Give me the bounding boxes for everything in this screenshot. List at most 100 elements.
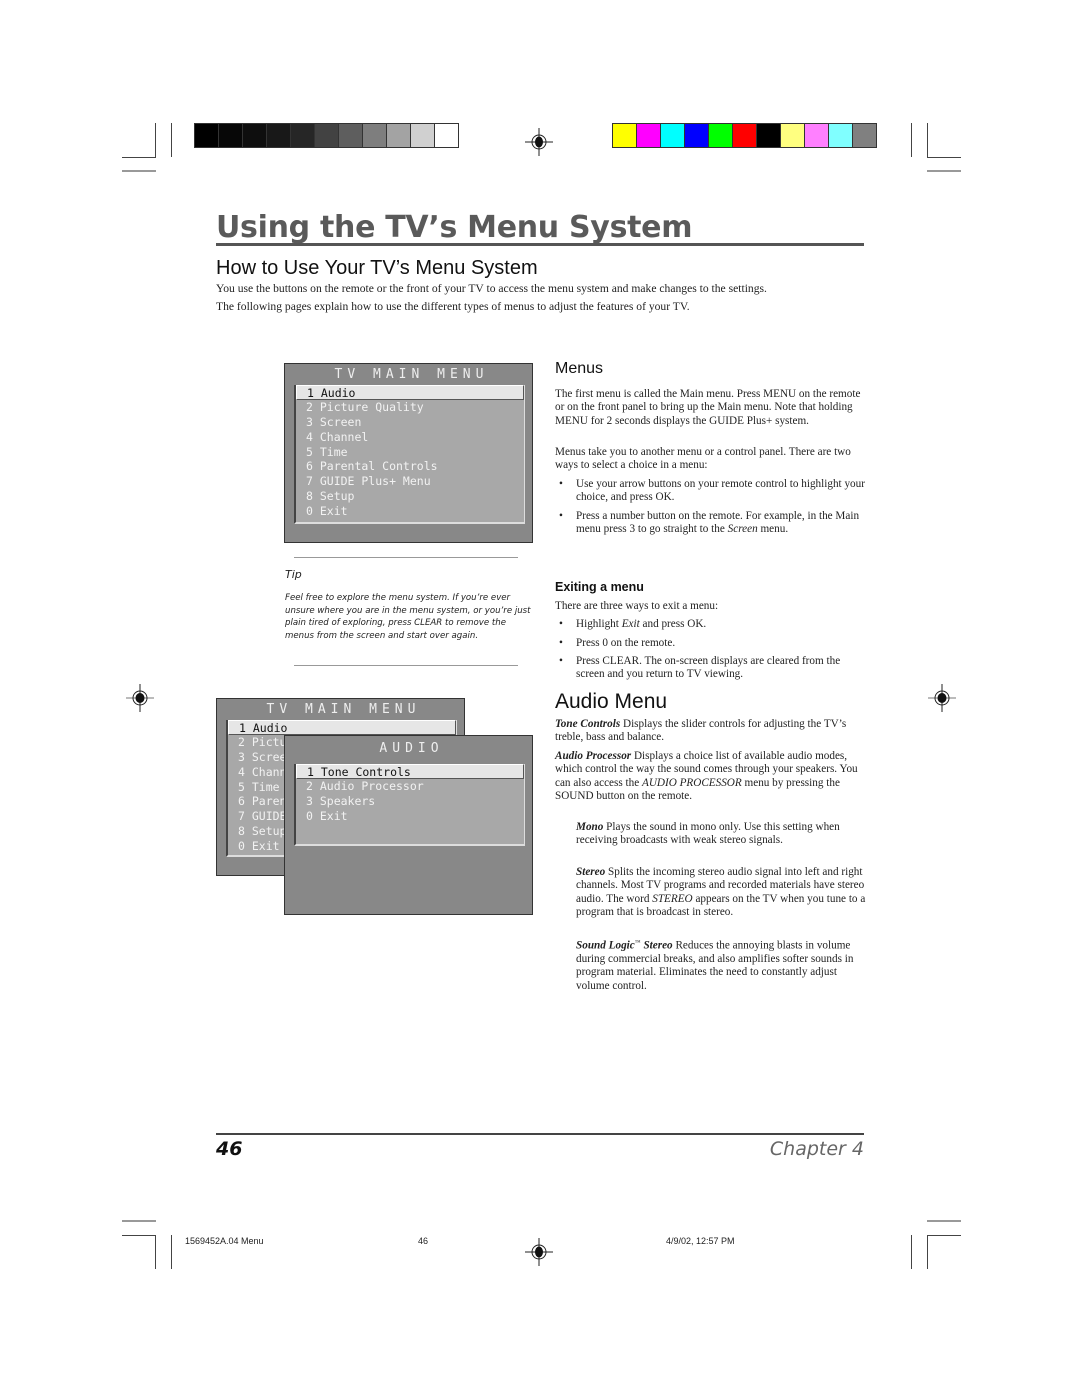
color-swatch (757, 124, 780, 147)
color-swatch (613, 124, 636, 147)
audio-processor-description: Audio Processor Displays a choice list o… (555, 750, 858, 802)
registration-mark-icon (126, 684, 154, 712)
intro-line: The following pages explain how to use t… (216, 300, 690, 313)
slug-timestamp: 4/9/02, 12:57 PM (666, 1236, 735, 1246)
color-swatch (709, 124, 732, 147)
bullet-item: • Use your arrow buttons on your remote … (559, 478, 865, 504)
tip-text: Feel free to explore the menu system. If… (285, 593, 531, 641)
tv-menu-item: 8 Setup (306, 489, 355, 504)
registration-mark-icon (525, 128, 553, 156)
page-number: 46 (216, 1138, 243, 1160)
bullet-icon: • (559, 655, 563, 667)
crop-mark (927, 157, 961, 158)
tv-menu-item: 4 Channel (306, 429, 369, 444)
crop-mark (927, 123, 928, 157)
tone-controls-description: Tone Controls Displays the slider contro… (555, 718, 847, 744)
color-swatch (267, 124, 290, 147)
tv-menu-item: 0 Exit (306, 504, 348, 519)
bullet-item: • Press a number button on the remote. F… (559, 510, 860, 536)
color-swatch (829, 124, 852, 147)
color-swatch (387, 124, 410, 147)
crop-mark (927, 170, 961, 172)
intro-line: You use the buttons on the remote or the… (216, 282, 767, 295)
tip-label: Tip (285, 568, 302, 581)
color-swatch (219, 124, 242, 147)
grayscale-color-bar (194, 123, 459, 148)
exiting-heading: Exiting a menu (555, 580, 644, 594)
slug-page: 46 (418, 1236, 429, 1246)
color-swatch (291, 124, 314, 147)
tv-menu-item: 1 Audio (228, 720, 456, 735)
color-swatch (363, 124, 386, 147)
title-rule (216, 243, 864, 246)
section-title: How to Use Your TV’s Menu System (216, 257, 538, 279)
color-swatch (733, 124, 756, 147)
tip-divider (294, 665, 518, 666)
bullet-icon: • (559, 618, 563, 630)
bullet-item: • Highlight Exit and press OK. (559, 618, 707, 630)
tv-menu-item: 2 Audio Processor (306, 778, 424, 793)
color-swatch (411, 124, 434, 147)
tv-menu-item: 0 Exit (306, 808, 348, 823)
tv-main-menu-screenshot: TV MAIN MENU 1 Audio 2 Picture Quality 3 S… (284, 363, 533, 543)
tv-menu-list: 1 Audio 2 Picture Quality 3 Screen 4 Channe… (294, 385, 525, 524)
crop-mark (927, 1235, 928, 1269)
bullet-item: • Press CLEAR. The on-screen displays ar… (559, 655, 841, 681)
crop-mark (171, 1235, 172, 1269)
registration-mark-icon (525, 1238, 553, 1266)
page-title: Using the TV’s Menu System (216, 210, 693, 245)
crop-mark (911, 123, 912, 157)
crop-mark (911, 1235, 912, 1269)
crop-mark (122, 1235, 156, 1236)
crop-mark (171, 123, 172, 157)
tv-menu-item: 1 Tone Controls (296, 764, 524, 779)
tv-menu-item: 5 Time (306, 444, 348, 459)
slug-filename: 1569452A.04 Menu (185, 1236, 264, 1246)
color-swatch (685, 124, 708, 147)
crop-mark (122, 1220, 156, 1222)
color-swatch (435, 124, 458, 147)
color-swatch (805, 124, 828, 147)
sound-logic-description: Sound Logic™ Stereo Reduces the annoying… (576, 939, 854, 992)
intro-paragraph: You use the buttons on the remote or the… (216, 280, 876, 316)
bullet-icon: • (559, 510, 563, 522)
tv-menu-title: AUDIO (379, 741, 444, 756)
footer-rule (216, 1133, 864, 1135)
color-swatch (315, 124, 338, 147)
tv-menu-title: TV MAIN MENU (266, 702, 421, 717)
crop-mark (122, 157, 156, 158)
bullet-item: • Press 0 on the remote. (559, 637, 676, 649)
color-swatch (661, 124, 684, 147)
chapter-label: Chapter 4 (769, 1138, 864, 1160)
tv-menu-list: 1 Tone Controls 2 Audio Processor 3 Speake… (294, 764, 525, 846)
registration-mark-icon (928, 684, 956, 712)
crop-mark (122, 170, 156, 172)
audio-menu-heading: Audio Menu (555, 690, 668, 713)
color-calibration-bar (612, 123, 877, 148)
tv-menu-item: 7 GUIDE Plus+ Menu (306, 474, 431, 489)
menus-paragraph: Menus take you to another menu or a cont… (555, 446, 851, 472)
color-swatch (339, 124, 362, 147)
tv-menu-item: 2 Picture Quality (306, 399, 424, 414)
tv-menu-item: 3 Speakers (306, 793, 376, 808)
crop-mark (155, 1235, 156, 1269)
color-swatch (637, 124, 660, 147)
crop-mark (155, 123, 156, 157)
tv-menu-item: 6 Parental Controls (306, 459, 438, 474)
crop-mark (927, 1220, 961, 1222)
mono-description: Mono Plays the sound in mono only. Use t… (576, 821, 840, 847)
crop-mark (927, 1235, 961, 1236)
color-swatch (853, 124, 876, 147)
tv-menu-item: 3 Screen (306, 414, 362, 429)
stereo-description: Stereo Splits the incoming stereo audio … (576, 866, 866, 918)
exiting-intro: There are three ways to exit a menu: (555, 600, 719, 612)
bullet-icon: • (559, 478, 563, 490)
tv-menu-item: 1 Audio (296, 385, 524, 400)
tv-menu-title: TV MAIN MENU (334, 367, 489, 382)
menus-heading: Menus (555, 360, 604, 377)
color-swatch (195, 124, 218, 147)
menus-paragraph: The first menu is called the Main menu. … (555, 388, 861, 427)
tip-divider (294, 557, 518, 558)
audio-menu-screenshot: AUDIO 1 Tone Controls 2 Audio Processor 3 … (284, 735, 533, 915)
color-swatch (243, 124, 266, 147)
